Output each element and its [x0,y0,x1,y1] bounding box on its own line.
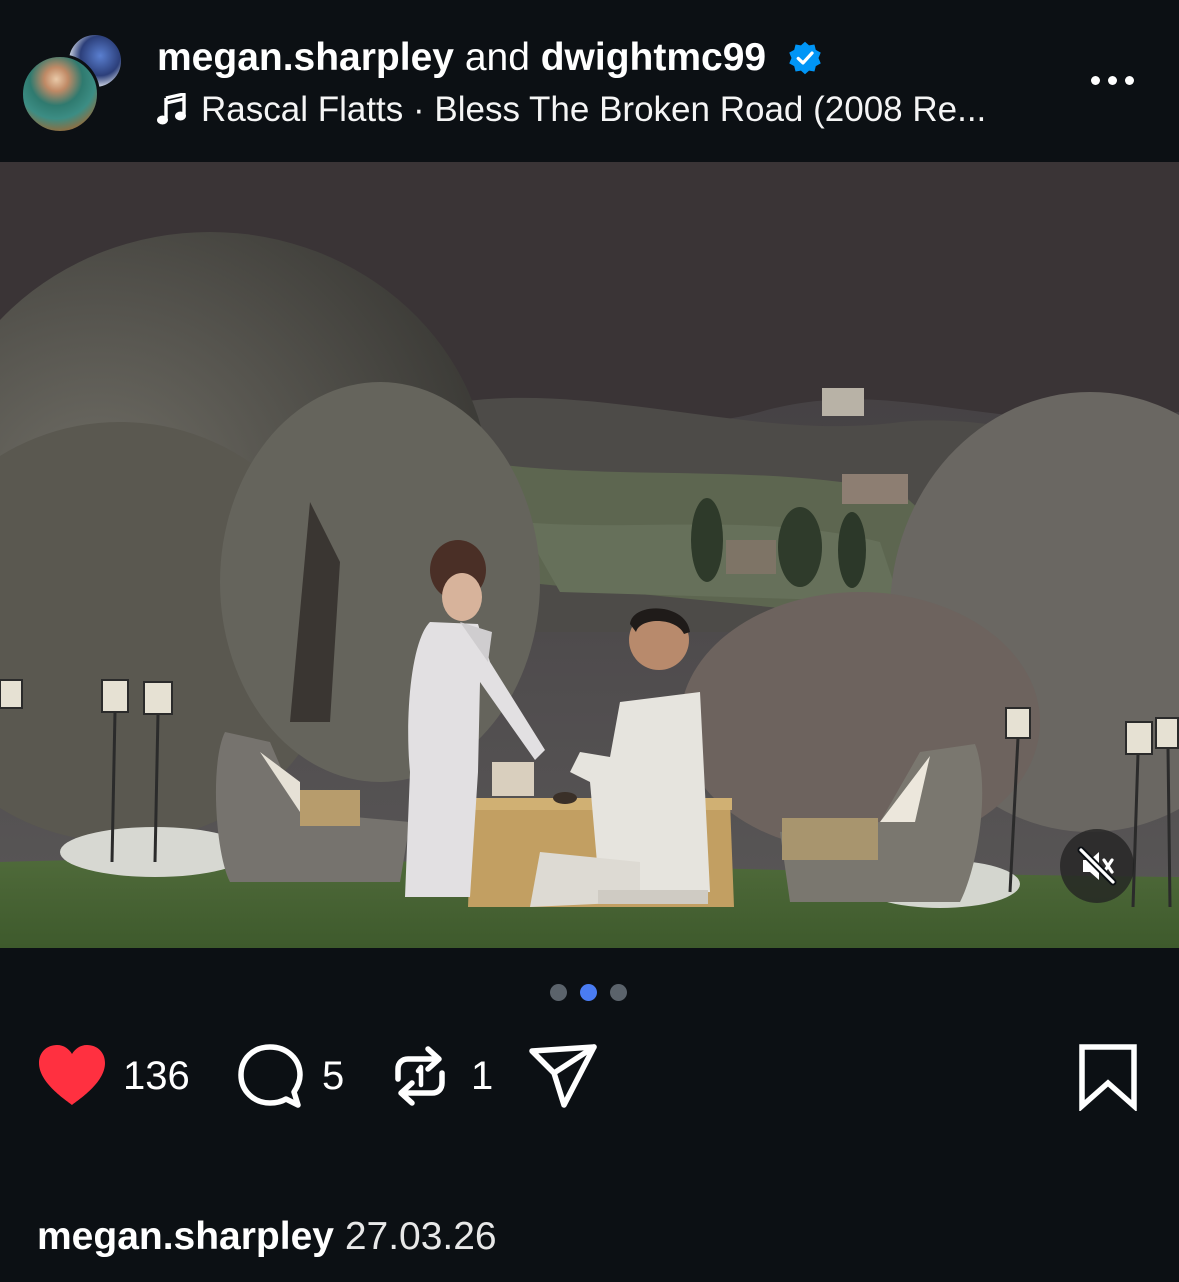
repost-count[interactable]: 1 [471,1052,493,1100]
post-authors: megan.sharpley and dwightmc99 [157,34,823,88]
avatar-megan-sharpley[interactable] [20,54,100,134]
username-link-2[interactable]: dwightmc99 [541,36,766,79]
authors-conjunction: and [464,36,530,79]
audio-track-link[interactable]: Rascal Flatts · Bless The Broken Road (2… [157,88,986,132]
username-link-1[interactable]: megan.sharpley [157,36,454,79]
carousel-dot [610,984,627,1001]
audio-track-label: Rascal Flatts · Bless The Broken Road (2… [201,90,987,129]
proposal-photo [0,162,1179,948]
comment-button[interactable] [236,1038,304,1114]
post-actions-bar: 136 5 1 [0,1038,1179,1114]
comment-bubble-icon [238,1044,303,1108]
caption-username-link[interactable]: megan.sharpley [37,1215,334,1258]
verified-badge-icon [787,40,823,88]
like-count[interactable]: 136 [123,1052,190,1100]
more-dot [1125,76,1134,85]
more-dot [1108,76,1117,85]
heart-filled-icon [39,1045,105,1105]
mute-toggle-button[interactable] [1060,829,1134,903]
collab-avatars[interactable] [20,32,124,134]
save-button[interactable] [1078,1038,1138,1114]
share-button[interactable] [528,1038,600,1114]
post-media-video[interactable] [0,162,1179,948]
carousel-dot [550,984,567,1001]
send-icon [529,1044,597,1108]
post-date: 27.03.26 [344,1215,497,1258]
carousel-dot-active [580,984,597,1001]
post-header: megan.sharpley and dwightmc99 Rascal Fla… [0,0,1179,162]
bookmark-icon [1079,1044,1137,1111]
post-caption: megan.sharpley 27.03.26 [37,1212,497,1262]
music-note-icon [157,92,186,125]
more-horizontal-icon [1091,76,1100,85]
like-button[interactable] [36,1038,108,1114]
more-options-button[interactable] [1082,62,1142,102]
repost-button[interactable] [388,1038,452,1114]
comment-count[interactable]: 5 [322,1052,344,1100]
repost-icon [395,1046,445,1106]
speaker-muted-icon [1077,846,1117,886]
